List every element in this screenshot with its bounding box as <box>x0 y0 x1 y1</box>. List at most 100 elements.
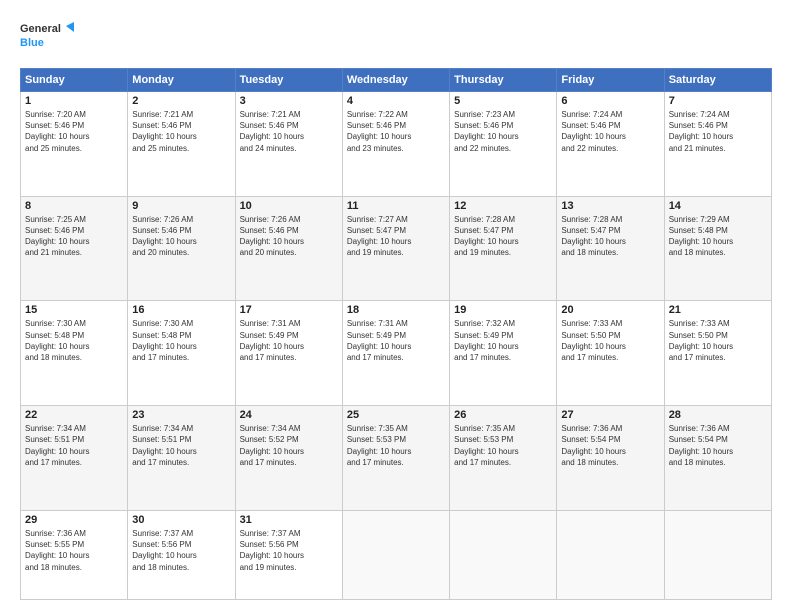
calendar-cell: 15 Sunrise: 7:30 AM Sunset: 5:48 PM Dayli… <box>21 301 128 406</box>
calendar-cell: 31 Sunrise: 7:37 AM Sunset: 5:56 PM Dayli… <box>235 510 342 599</box>
day-info: Sunrise: 7:26 AM Sunset: 5:46 PM Dayligh… <box>240 214 338 259</box>
calendar-cell: 4 Sunrise: 7:22 AM Sunset: 5:46 PM Daylig… <box>342 92 449 197</box>
day-info: Sunrise: 7:33 AM Sunset: 5:50 PM Dayligh… <box>561 318 659 363</box>
day-info: Sunrise: 7:23 AM Sunset: 5:46 PM Dayligh… <box>454 109 552 154</box>
day-number: 27 <box>561 409 659 421</box>
day-number: 21 <box>669 304 767 316</box>
day-header-monday: Monday <box>128 69 235 92</box>
day-header-thursday: Thursday <box>450 69 557 92</box>
day-number: 16 <box>132 304 230 316</box>
calendar-page: General Blue SundayMondayTuesdayWednesda… <box>0 0 792 612</box>
calendar-cell: 23 Sunrise: 7:34 AM Sunset: 5:51 PM Dayli… <box>128 406 235 511</box>
calendar-cell: 10 Sunrise: 7:26 AM Sunset: 5:46 PM Dayli… <box>235 196 342 301</box>
day-number: 20 <box>561 304 659 316</box>
calendar-cell: 24 Sunrise: 7:34 AM Sunset: 5:52 PM Dayli… <box>235 406 342 511</box>
day-number: 9 <box>132 200 230 212</box>
day-info: Sunrise: 7:31 AM Sunset: 5:49 PM Dayligh… <box>240 318 338 363</box>
calendar-cell: 13 Sunrise: 7:28 AM Sunset: 5:47 PM Dayli… <box>557 196 664 301</box>
calendar-cell <box>664 510 771 599</box>
day-number: 2 <box>132 95 230 107</box>
day-info: Sunrise: 7:20 AM Sunset: 5:46 PM Dayligh… <box>25 109 123 154</box>
day-number: 10 <box>240 200 338 212</box>
day-info: Sunrise: 7:24 AM Sunset: 5:46 PM Dayligh… <box>669 109 767 154</box>
day-info: Sunrise: 7:34 AM Sunset: 5:51 PM Dayligh… <box>25 423 123 468</box>
day-info: Sunrise: 7:34 AM Sunset: 5:51 PM Dayligh… <box>132 423 230 468</box>
logo: General Blue <box>20 18 75 58</box>
day-number: 22 <box>25 409 123 421</box>
calendar-cell: 16 Sunrise: 7:30 AM Sunset: 5:48 PM Dayli… <box>128 301 235 406</box>
calendar-cell: 7Sunrise: 7:24 AM Sunset: 5:46 PM Daylig… <box>664 92 771 197</box>
day-info: Sunrise: 7:37 AM Sunset: 5:56 PM Dayligh… <box>132 528 230 573</box>
day-info: Sunrise: 7:28 AM Sunset: 5:47 PM Dayligh… <box>454 214 552 259</box>
calendar-cell: 17 Sunrise: 7:31 AM Sunset: 5:49 PM Dayli… <box>235 301 342 406</box>
calendar-week-row: 15 Sunrise: 7:30 AM Sunset: 5:48 PM Dayli… <box>21 301 772 406</box>
calendar-cell <box>342 510 449 599</box>
calendar-cell: 5 Sunrise: 7:23 AM Sunset: 5:46 PM Daylig… <box>450 92 557 197</box>
day-number: 24 <box>240 409 338 421</box>
day-info: Sunrise: 7:22 AM Sunset: 5:46 PM Dayligh… <box>347 109 445 154</box>
calendar-table: SundayMondayTuesdayWednesdayThursdayFrid… <box>20 68 772 600</box>
svg-text:General: General <box>20 23 61 35</box>
calendar-header-row: SundayMondayTuesdayWednesdayThursdayFrid… <box>21 69 772 92</box>
day-info: Sunrise: 7:21 AM Sunset: 5:46 PM Dayligh… <box>132 109 230 154</box>
svg-text:Blue: Blue <box>20 37 44 49</box>
day-info: Sunrise: 7:36 AM Sunset: 5:55 PM Dayligh… <box>25 528 123 573</box>
calendar-cell: 14 Sunrise: 7:29 AM Sunset: 5:48 PM Dayli… <box>664 196 771 301</box>
calendar-cell <box>557 510 664 599</box>
day-number: 18 <box>347 304 445 316</box>
day-number: 1 <box>25 95 123 107</box>
day-info: Sunrise: 7:35 AM Sunset: 5:53 PM Dayligh… <box>454 423 552 468</box>
day-info: Sunrise: 7:26 AM Sunset: 5:46 PM Dayligh… <box>132 214 230 259</box>
day-number: 15 <box>25 304 123 316</box>
day-number: 29 <box>25 514 123 526</box>
calendar-cell: 19 Sunrise: 7:32 AM Sunset: 5:49 PM Dayli… <box>450 301 557 406</box>
day-info: Sunrise: 7:29 AM Sunset: 5:48 PM Dayligh… <box>669 214 767 259</box>
day-header-sunday: Sunday <box>21 69 128 92</box>
day-info: Sunrise: 7:28 AM Sunset: 5:47 PM Dayligh… <box>561 214 659 259</box>
day-info: Sunrise: 7:27 AM Sunset: 5:47 PM Dayligh… <box>347 214 445 259</box>
day-info: Sunrise: 7:36 AM Sunset: 5:54 PM Dayligh… <box>669 423 767 468</box>
header: General Blue <box>20 18 772 58</box>
day-header-friday: Friday <box>557 69 664 92</box>
day-number: 26 <box>454 409 552 421</box>
day-number: 5 <box>454 95 552 107</box>
calendar-cell: 27 Sunrise: 7:36 AM Sunset: 5:54 PM Dayli… <box>557 406 664 511</box>
calendar-cell: 6Sunrise: 7:24 AM Sunset: 5:46 PM Daylig… <box>557 92 664 197</box>
day-number: 11 <box>347 200 445 212</box>
calendar-cell: 8 Sunrise: 7:25 AM Sunset: 5:46 PM Daylig… <box>21 196 128 301</box>
day-info: Sunrise: 7:37 AM Sunset: 5:56 PM Dayligh… <box>240 528 338 573</box>
calendar-week-row: 8 Sunrise: 7:25 AM Sunset: 5:46 PM Daylig… <box>21 196 772 301</box>
day-number: 23 <box>132 409 230 421</box>
calendar-cell: 3Sunrise: 7:21 AM Sunset: 5:46 PM Daylig… <box>235 92 342 197</box>
day-info: Sunrise: 7:36 AM Sunset: 5:54 PM Dayligh… <box>561 423 659 468</box>
calendar-cell: 29 Sunrise: 7:36 AM Sunset: 5:55 PM Dayli… <box>21 510 128 599</box>
day-info: Sunrise: 7:25 AM Sunset: 5:46 PM Dayligh… <box>25 214 123 259</box>
calendar-week-row: 1 Sunrise: 7:20 AM Sunset: 5:46 PM Daylig… <box>21 92 772 197</box>
day-number: 19 <box>454 304 552 316</box>
day-info: Sunrise: 7:30 AM Sunset: 5:48 PM Dayligh… <box>132 318 230 363</box>
day-number: 17 <box>240 304 338 316</box>
day-info: Sunrise: 7:34 AM Sunset: 5:52 PM Dayligh… <box>240 423 338 468</box>
calendar-cell: 11 Sunrise: 7:27 AM Sunset: 5:47 PM Dayli… <box>342 196 449 301</box>
day-info: Sunrise: 7:31 AM Sunset: 5:49 PM Dayligh… <box>347 318 445 363</box>
day-number: 3 <box>240 95 338 107</box>
calendar-cell: 20 Sunrise: 7:33 AM Sunset: 5:50 PM Dayli… <box>557 301 664 406</box>
day-number: 31 <box>240 514 338 526</box>
day-number: 6 <box>561 95 659 107</box>
calendar-cell: 12 Sunrise: 7:28 AM Sunset: 5:47 PM Dayli… <box>450 196 557 301</box>
day-number: 25 <box>347 409 445 421</box>
day-number: 13 <box>561 200 659 212</box>
day-info: Sunrise: 7:35 AM Sunset: 5:53 PM Dayligh… <box>347 423 445 468</box>
calendar-cell <box>450 510 557 599</box>
calendar-cell: 26 Sunrise: 7:35 AM Sunset: 5:53 PM Dayli… <box>450 406 557 511</box>
day-number: 14 <box>669 200 767 212</box>
calendar-cell: 25 Sunrise: 7:35 AM Sunset: 5:53 PM Dayli… <box>342 406 449 511</box>
day-number: 12 <box>454 200 552 212</box>
day-header-tuesday: Tuesday <box>235 69 342 92</box>
day-info: Sunrise: 7:30 AM Sunset: 5:48 PM Dayligh… <box>25 318 123 363</box>
day-number: 28 <box>669 409 767 421</box>
calendar-cell: 22 Sunrise: 7:34 AM Sunset: 5:51 PM Dayli… <box>21 406 128 511</box>
day-info: Sunrise: 7:32 AM Sunset: 5:49 PM Dayligh… <box>454 318 552 363</box>
day-number: 4 <box>347 95 445 107</box>
day-number: 8 <box>25 200 123 212</box>
